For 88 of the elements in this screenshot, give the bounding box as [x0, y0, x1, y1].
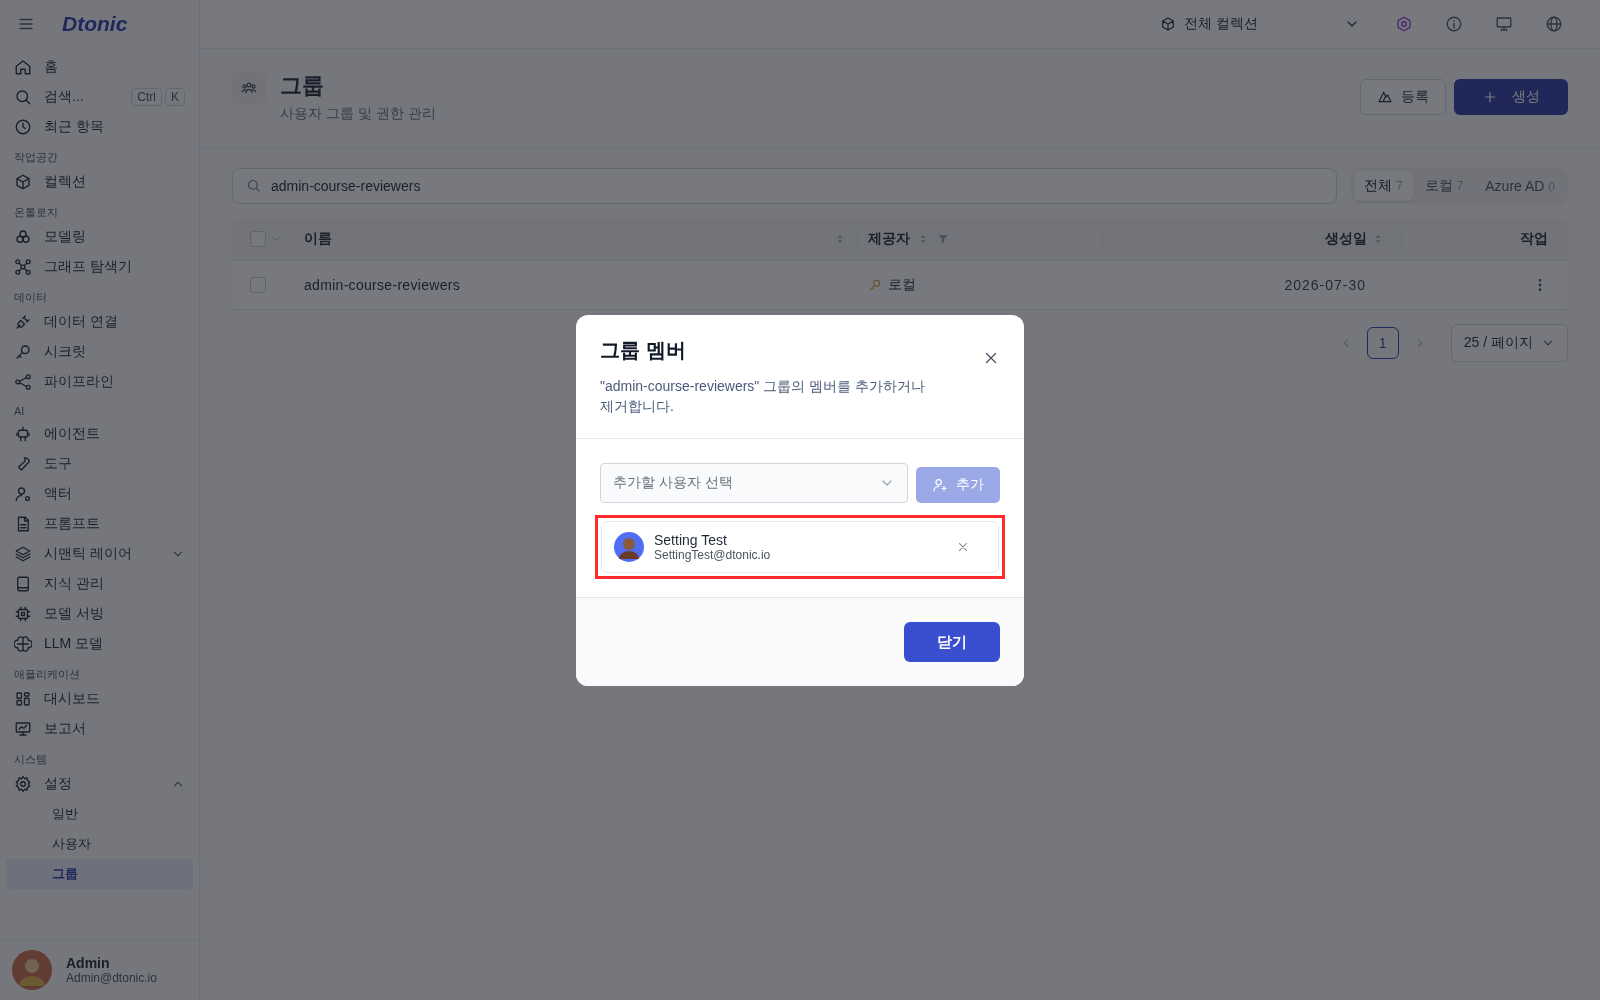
plug-icon	[14, 313, 32, 331]
key-icon	[14, 343, 32, 361]
column-header: 제공자	[868, 230, 910, 248]
nav-item[interactable]: 컬렉션	[6, 167, 193, 197]
filter-button[interactable]	[936, 232, 950, 246]
robot-icon	[14, 425, 32, 443]
chip-icon	[14, 605, 32, 623]
hexagon-icon	[1395, 15, 1413, 33]
nav-item[interactable]: 파이프라인	[6, 367, 193, 397]
nav-item[interactable]: 모델링	[6, 222, 193, 252]
keysmall-icon	[868, 278, 882, 292]
nav-item[interactable]: 액터	[6, 479, 193, 509]
clover-icon	[14, 635, 32, 653]
nav-item[interactable]: 보고서	[6, 714, 193, 744]
register-button[interactable]: 등록	[1360, 79, 1446, 115]
shortcut-key: K	[165, 88, 185, 106]
cube-icon	[14, 173, 32, 191]
nav-item[interactable]: 시맨틱 레이어	[6, 539, 193, 569]
nav-item[interactable]: LLM 모델	[6, 629, 193, 659]
user-email: Admin@dtonic.io	[66, 971, 157, 985]
nav-item[interactable]: 시크릿	[6, 337, 193, 367]
nav-item[interactable]: 그래프 탐색기	[6, 252, 193, 282]
search-icon	[14, 88, 32, 106]
dialog-close-button[interactable]: 닫기	[904, 622, 1000, 662]
book-icon	[14, 575, 32, 593]
nav-subitem[interactable]: 그룹	[6, 859, 193, 889]
home-icon	[14, 58, 32, 76]
page-subtitle: 사용자 그룹 및 권한 관리	[280, 105, 436, 123]
member-email: SettingTest@dtonic.io	[654, 548, 772, 562]
nav-item[interactable]: 모델 서빙	[6, 599, 193, 629]
nav-item[interactable]: 최근 항목	[6, 112, 193, 142]
nav-item[interactable]: 검색... Ctrl K	[6, 82, 193, 112]
user-avatar	[12, 950, 52, 990]
filter-icon	[936, 232, 950, 246]
page-size-select[interactable]: 25 / 페이지	[1450, 324, 1568, 362]
column-header: 생성일	[1325, 230, 1367, 248]
globe-icon	[1545, 15, 1563, 33]
user-name: Admin	[66, 955, 111, 971]
column-header: 이름	[304, 230, 332, 248]
clock-icon	[14, 118, 32, 136]
user-gear-icon	[14, 485, 32, 503]
info-icon	[1445, 15, 1463, 33]
close-icon	[956, 540, 970, 554]
section-title: 온톨로지	[13, 205, 59, 220]
nav-item[interactable]: 지식 관리	[6, 569, 193, 599]
nav-item[interactable]: 도구	[6, 449, 193, 479]
nav-item[interactable]: 데이터 연결	[6, 307, 193, 337]
section-title: 작업공간	[13, 150, 59, 165]
page-title: 그룹	[280, 72, 325, 100]
page-button[interactable]: 1	[1366, 327, 1399, 359]
nav-item[interactable]: 에이전트	[6, 419, 193, 449]
nav-item[interactable]: 홈	[6, 52, 193, 82]
user-select[interactable]: 추가할 사용자 선택	[600, 463, 908, 503]
chart-board-icon	[14, 720, 32, 738]
search-field[interactable]: admin-course-reviewers	[232, 168, 1338, 204]
nav-item[interactable]: 프롬프트	[6, 509, 193, 539]
collection-select[interactable]: 전체 컬렉션	[1160, 15, 1360, 33]
cube-icon	[1160, 16, 1176, 32]
member-avatar	[614, 532, 644, 562]
create-button[interactable]: 생성	[1454, 79, 1568, 115]
shortcut-key: Ctrl	[131, 88, 162, 106]
settings-icon	[14, 775, 32, 793]
nav-subitem[interactable]: 사용자	[6, 829, 193, 859]
graph-icon	[14, 258, 32, 276]
nav-item[interactable]: 대시보드	[6, 684, 193, 714]
plus-icon	[1482, 89, 1498, 105]
share-icon	[14, 373, 32, 391]
member-name: Setting Test	[654, 532, 728, 548]
nav-subitem[interactable]: 일반	[6, 799, 193, 829]
section-title: AI	[13, 404, 26, 419]
triangle-icon	[1377, 89, 1393, 105]
dialog-description: "admin-course-reviewers" 그룹의 멤버를 추가하거나 제거합니다.	[600, 377, 926, 416]
table-cell: admin-course-reviewers	[304, 277, 460, 293]
dialog-title: 그룹 멤버	[600, 338, 687, 363]
grid-icon	[14, 690, 32, 708]
three-circles-icon	[14, 228, 32, 246]
monitor-icon	[1495, 15, 1513, 33]
logo: Dtonic	[62, 12, 128, 36]
section-title: 애플리케이션	[13, 667, 81, 682]
section-title: 시스템	[13, 752, 48, 767]
column-header: 작업	[1520, 230, 1548, 248]
remove-member-button[interactable]	[956, 540, 970, 554]
table-cell-text: 2026-07-30	[1284, 277, 1367, 293]
table-cell: 로컬	[888, 276, 916, 294]
nav-item[interactable]: 설정	[6, 769, 193, 799]
section-title: 데이터	[13, 290, 48, 305]
layers-icon	[14, 545, 32, 563]
user-plus-icon	[932, 477, 948, 493]
